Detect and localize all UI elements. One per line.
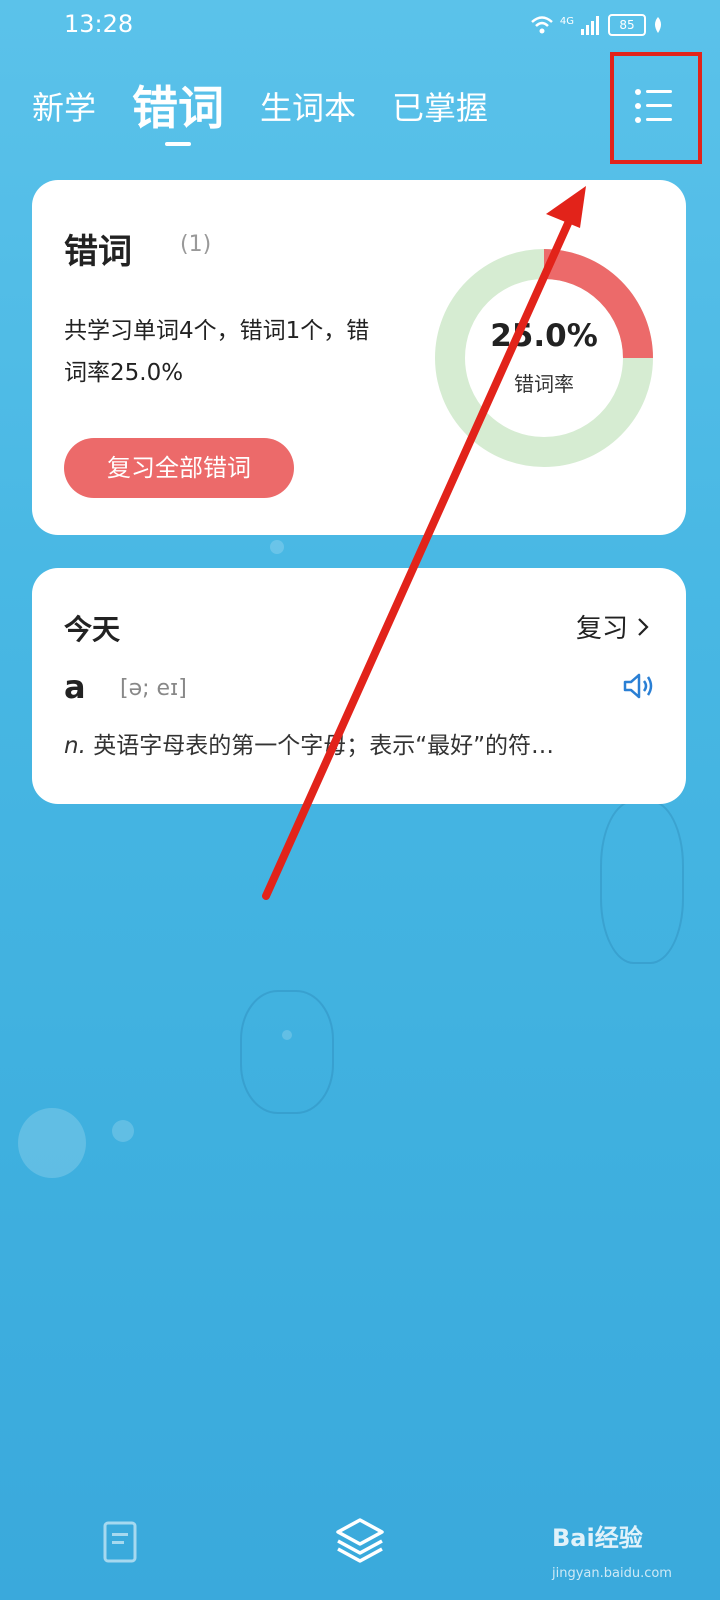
study-summary: 共学习单词4个，错词1个，错词率25.0% <box>64 318 370 386</box>
today-title: 今天 <box>64 613 121 646</box>
tab-wrong-words[interactable]: 错词 <box>132 82 224 134</box>
layers-icon[interactable] <box>334 1516 386 1564</box>
water-streak <box>600 800 684 964</box>
speaker-icon[interactable] <box>622 672 656 700</box>
menu-button-highlight[interactable] <box>610 52 702 164</box>
wifi-icon <box>531 16 553 34</box>
error-rate-label: 错词率 <box>514 372 574 396</box>
water-drop <box>270 540 284 554</box>
error-rate-donut <box>435 249 653 467</box>
water-drop <box>18 1108 86 1178</box>
tab-new-learn[interactable]: 新学 <box>32 82 96 134</box>
chevron-right-icon <box>638 617 649 636</box>
today-review-link[interactable]: 复习 <box>576 608 650 645</box>
word-phonetic: [ə; eɪ] <box>120 676 187 701</box>
signal-icon <box>581 16 599 35</box>
watermark-url: jingyan.baidu.com <box>552 1566 672 1581</box>
tab-bar: 新学 错词 生词本 已掌握 <box>32 82 488 134</box>
bottom-nav: Bai经验 jingyan.baidu.com <box>0 1498 720 1600</box>
card-title: 错词 <box>64 232 132 272</box>
status-bar: 13:28 4G 85 <box>0 0 720 56</box>
tab-vocabulary-book[interactable]: 生词本 <box>260 82 356 134</box>
wrong-word-count: (1) <box>180 232 212 257</box>
tab-mastered[interactable]: 已掌握 <box>392 82 488 134</box>
word-text[interactable]: a <box>64 668 86 706</box>
water-drop <box>112 1120 134 1142</box>
wrong-words-card: 错词 (1) 共学习单词4个，错词1个，错词率25.0% 复习全部错词 25.0… <box>32 180 686 535</box>
today-card: 今天 复习 a [ə; eɪ] n. 英语字母表的第一个字母；表示“最好”的符… <box>32 568 686 804</box>
book-icon[interactable] <box>102 1520 138 1564</box>
review-all-wrong-words-button[interactable]: 复习全部错词 <box>64 438 294 498</box>
leaf-icon <box>655 17 661 33</box>
water-streak <box>240 990 334 1114</box>
word-definition: n. 英语字母表的第一个字母；表示“最好”的符… <box>64 726 649 760</box>
baidu-watermark: Bai经验 <box>552 1524 643 1552</box>
battery-icon: 85 <box>608 14 646 36</box>
part-of-speech: n. <box>64 733 86 759</box>
network-type: 4G <box>559 15 574 27</box>
status-icons: 4G 85 <box>530 14 664 36</box>
status-time: 13:28 <box>64 10 134 38</box>
error-rate-value: 25.0% <box>490 318 598 354</box>
review-label: 复习 <box>575 614 628 644</box>
definition-text: 英语字母表的第一个字母；表示“最好”的符… <box>93 733 555 759</box>
menu-icon[interactable] <box>634 86 674 126</box>
